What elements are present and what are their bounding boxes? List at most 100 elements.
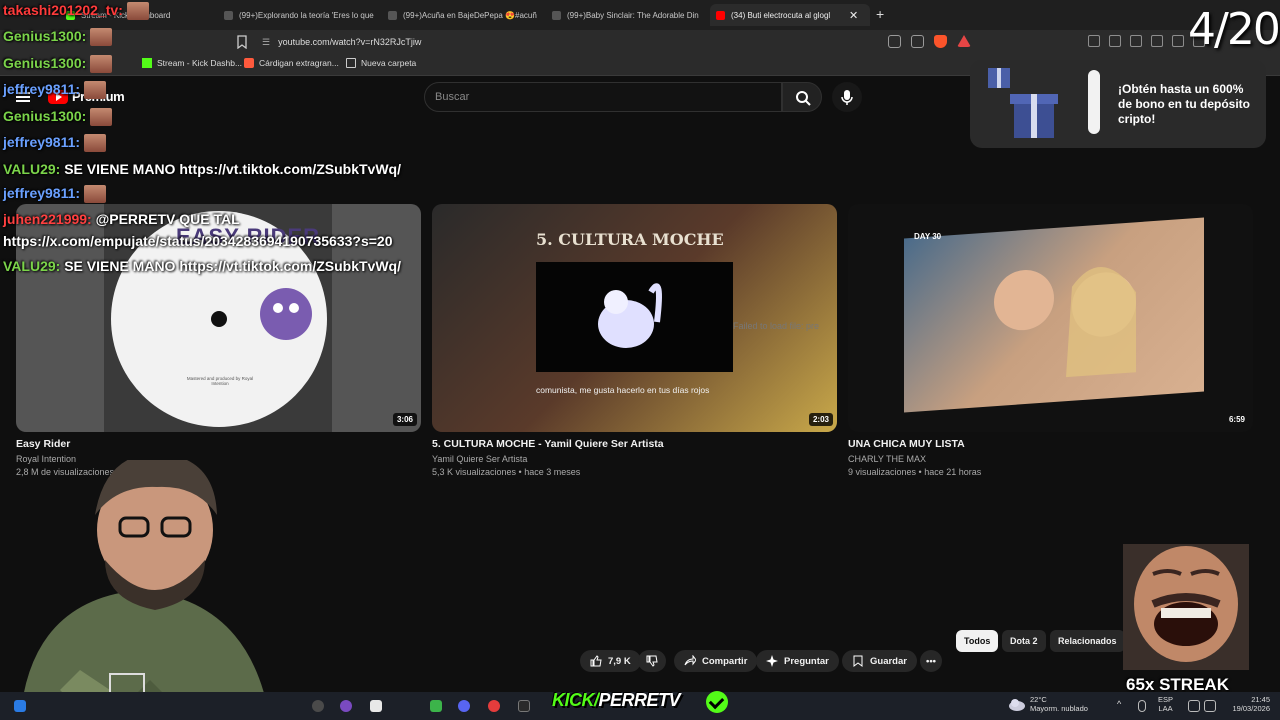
- site-settings-icon[interactable]: ☰: [262, 37, 270, 48]
- save-button[interactable]: Guardar: [842, 650, 917, 672]
- install-app-icon[interactable]: [888, 35, 901, 48]
- bookmark-folder[interactable]: Nueva carpeta: [346, 58, 416, 68]
- thumb-image: [904, 217, 1204, 413]
- chat-username: juhen221999:: [3, 211, 92, 227]
- video-meta: 5,3 K visualizaciones • hace 3 meses: [432, 467, 581, 477]
- kick-prefix: KICK/: [552, 690, 599, 710]
- goal-counter: 4/20: [1188, 4, 1280, 55]
- chip-dota2[interactable]: Dota 2: [1002, 630, 1046, 652]
- start-icon[interactable]: [14, 700, 26, 712]
- ask-button[interactable]: Preguntar: [756, 650, 839, 672]
- language-indicator[interactable]: ESP LAA: [1158, 695, 1173, 713]
- sidebar-icon[interactable]: [1172, 35, 1184, 47]
- tab-baby-sinclair[interactable]: (99+)Baby Sinclair: The Adorable Din: [546, 4, 706, 26]
- puzzle-icon[interactable]: [1109, 35, 1121, 47]
- discord-icon[interactable]: [458, 700, 470, 712]
- app-icon[interactable]: [312, 700, 324, 712]
- like-count: 7,9 K: [608, 655, 631, 667]
- brave-shields-icon[interactable]: [934, 35, 947, 48]
- search-icon: [796, 91, 811, 106]
- weather-widget[interactable]: 22°C Mayorm. nublado: [1030, 695, 1088, 713]
- crypto-ad-banner[interactable]: ¡Obtén hasta un 600% de bono en tu depós…: [970, 60, 1266, 148]
- video-title[interactable]: UNA CHICA MUY LISTA: [848, 438, 965, 450]
- share-icon[interactable]: [911, 35, 924, 48]
- laughing-face-overlay: [1123, 544, 1249, 670]
- clock-time: 21:45: [1251, 695, 1270, 704]
- microphone-icon: [841, 90, 853, 105]
- thumb-caption: comunista, me gusta hacerlo en tus días …: [536, 385, 710, 395]
- search-input[interactable]: Buscar: [424, 82, 782, 112]
- like-button[interactable]: 7,9 K: [580, 650, 641, 672]
- emote-icon: [90, 28, 113, 47]
- bookmark-label: Cárdigan extragran...: [259, 58, 339, 68]
- video-channel[interactable]: CHARLY THE MAX: [848, 454, 926, 464]
- video-duration: 2:03: [808, 413, 833, 426]
- chat-message: juhen221999: @PERRETV QUE TAL: [3, 211, 240, 227]
- app-icon[interactable]: [340, 700, 352, 712]
- dislike-button[interactable]: [638, 650, 666, 672]
- video-thumbnail-chica-lista[interactable]: DAY 30 6:59: [848, 204, 1253, 432]
- voice-search-button[interactable]: [832, 82, 862, 112]
- bookmark-icon[interactable]: [236, 35, 248, 49]
- chat-text: https://x.com/empujate/status/2034283694…: [3, 233, 393, 249]
- video-title[interactable]: Easy Rider: [16, 438, 70, 450]
- weather-desc: Mayorm. nublado: [1030, 704, 1088, 713]
- extension-icon[interactable]: [1088, 35, 1100, 47]
- screenshot-icon[interactable]: [1130, 35, 1142, 47]
- share-button[interactable]: Compartir: [674, 650, 758, 672]
- chat-message: Genius1300:: [3, 28, 113, 47]
- app-icon[interactable]: [370, 700, 382, 712]
- video-title[interactable]: 5. CULTURA MOCHE - Yamil Quiere Ser Arti…: [432, 438, 664, 450]
- chat-message: takashi201202_tv:: [3, 2, 149, 21]
- gift-box-icon: [988, 68, 1100, 138]
- bookmark-cardigan[interactable]: Cárdigan extragran...: [244, 58, 339, 68]
- emote-icon: [84, 81, 107, 100]
- url-text: youtube.com/watch?v=rN32RJcTjiw: [278, 37, 422, 47]
- app-icon[interactable]: [518, 700, 530, 712]
- share-arrow-icon: [684, 655, 696, 666]
- sparkle-icon: [766, 655, 778, 667]
- tiktok-favicon-icon: [224, 10, 233, 20]
- bookmark-label: Nueva carpeta: [361, 58, 417, 68]
- new-tab-icon[interactable]: +: [876, 6, 884, 22]
- tab-youtube-active[interactable]: (34) Buti electrocuta al glogl: [710, 4, 870, 26]
- volume-icon[interactable]: [1204, 700, 1216, 712]
- search-button[interactable]: [782, 82, 822, 112]
- brave-rewards-icon[interactable]: [957, 35, 971, 47]
- chat-message: jeffrey9811:: [3, 81, 107, 100]
- more-dots-icon: •••: [926, 655, 936, 667]
- more-actions-button[interactable]: •••: [920, 650, 942, 672]
- video-thumbnail-cultura-moche[interactable]: 5. CULTURA MOCHE comunista, me gusta hac…: [432, 204, 837, 432]
- microphone-tray-icon[interactable]: [1138, 700, 1146, 712]
- chat-message: Genius1300:: [3, 55, 113, 74]
- media-icon[interactable]: [1151, 35, 1163, 47]
- thumbs-up-icon: [590, 655, 602, 667]
- clock-date: 19/03/2026: [1232, 704, 1270, 713]
- tab-explorando[interactable]: (99+)Explorando la teoría 'Eres lo que: [218, 4, 378, 26]
- chat-text: SE VIENE MANO https://vt.tiktok.com/ZSub…: [64, 161, 402, 177]
- folder-icon: [346, 58, 356, 68]
- tray-chevron-icon[interactable]: ^: [1117, 700, 1121, 709]
- video-channel[interactable]: Yamil Quiere Ser Artista: [432, 454, 527, 464]
- chip-todos[interactable]: Todos: [956, 630, 999, 652]
- opera-icon[interactable]: [488, 700, 500, 712]
- clock[interactable]: 21:45 19/03/2026: [1224, 695, 1270, 713]
- bookmark-save-icon: [853, 655, 863, 667]
- thumb-credit-text: Mastered and produced by Royal Intention: [186, 376, 254, 386]
- app-icon[interactable]: [430, 700, 442, 712]
- tab-acuna[interactable]: (99+)Acuña en BajeDePepa 😍#acuñ: [382, 4, 542, 26]
- tab-label: (34) Buti electrocuta al glogl: [731, 10, 831, 20]
- video-duration: 6:59: [1228, 415, 1245, 424]
- emote-icon: [126, 2, 149, 21]
- network-icon[interactable]: [1188, 700, 1200, 712]
- bookmark-kick[interactable]: Stream - Kick Dashb...: [142, 58, 242, 68]
- url-field[interactable]: ☰ youtube.com/watch?v=rN32RJcTjiw: [256, 33, 976, 51]
- chat-username: VALU29:: [3, 258, 61, 274]
- chip-relacionados[interactable]: Relacionados: [1050, 630, 1125, 652]
- screen: Stream - Kick Dashboard (99+)Explorando …: [0, 0, 1280, 720]
- chat-message: VALU29: SE VIENE MANO https://vt.tiktok.…: [3, 161, 401, 177]
- chat-text: SE VIENE MANO https://vt.tiktok.com/ZSub…: [64, 258, 402, 274]
- tab-close-icon[interactable]: ✕: [849, 9, 858, 22]
- ad-text: ¡Obtén hasta un 600% de bono en tu depós…: [1118, 82, 1250, 126]
- kick-icon: [142, 58, 152, 68]
